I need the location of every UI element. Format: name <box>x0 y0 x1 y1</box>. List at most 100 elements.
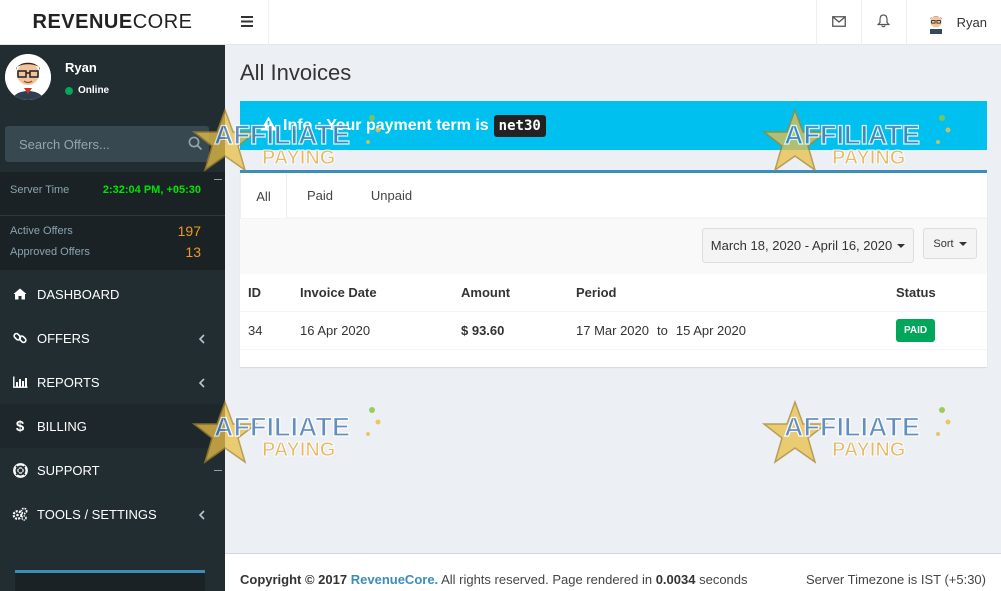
invoice-period: 17 Mar 2020 to 15 Apr 2020 <box>568 311 888 350</box>
server-time-value: 2:32:04 PM, +05:30 <box>102 184 201 196</box>
chevron-left-icon <box>198 376 205 391</box>
user-panel: Ryan Online <box>0 45 225 125</box>
sidebar-item-offers[interactable]: OFFERS <box>0 316 225 360</box>
approved-offers-value: 13 <box>185 244 201 260</box>
collapse-icon[interactable] <box>214 179 222 180</box>
bar-chart-icon <box>12 374 28 390</box>
render-time: 0.0034 <box>655 572 696 587</box>
server-time-label: Server Time <box>10 184 70 196</box>
sidebar-item-label: BILLING <box>37 418 87 434</box>
sidebar-item-label: TOOLS / SETTINGS <box>37 506 157 522</box>
warning-icon <box>260 116 277 136</box>
watermark-line2: PAYING <box>832 439 905 461</box>
sidebar-item-billing[interactable]: $ BILLING <box>0 404 225 448</box>
divider <box>0 215 225 216</box>
top-navbar: Ryan <box>225 0 1001 45</box>
server-time-row: Server Time 2:32:04 PM, +05:30 <box>10 184 201 196</box>
messages-button[interactable] <box>815 0 861 45</box>
search-icon[interactable] <box>188 136 203 154</box>
link-icon <box>12 330 28 346</box>
caret-down-icon <box>958 241 967 246</box>
tab-paid[interactable]: Paid <box>302 173 338 218</box>
page-title: All Invoices <box>240 60 352 85</box>
sidebar-item-dashboard[interactable]: DASHBOARD <box>0 272 225 316</box>
invoice-status: PAID <box>888 311 987 350</box>
tab-all[interactable]: All <box>240 173 287 219</box>
info-alert: Info : Your payment term is net30 <box>240 101 987 150</box>
invoices-table: ID Invoice Date Amount Period Status 34 … <box>240 274 987 350</box>
invoice-date: 16 Apr 2020 <box>292 311 453 350</box>
table-header-row: ID Invoice Date Amount Period Status <box>240 274 987 312</box>
sidebar-item-tools-settings[interactable]: TOOLS / SETTINGS <box>0 492 225 536</box>
approved-offers-row: Approved Offers 13 <box>10 244 201 260</box>
sidebar-footer-widget <box>15 570 205 591</box>
caret-down-icon <box>897 243 906 248</box>
tab-unpaid[interactable]: Unpaid <box>365 173 418 218</box>
search-input[interactable]: Search Offers... <box>5 126 209 162</box>
invoice-tabs: All Paid Unpaid <box>240 173 987 219</box>
copyright-text: Copyright © 2017 <box>240 572 348 587</box>
active-offers-value: 197 <box>177 223 201 239</box>
stats-panel: Server Time 2:32:04 PM, +05:30 Active Of… <box>0 172 225 270</box>
rights-text: All rights reserved. Page rendered in <box>441 572 653 587</box>
payment-term-code: net30 <box>493 114 546 137</box>
sidebar: Ryan Online Search Offers... Server Time… <box>0 45 225 591</box>
sidebar-item-label: REPORTS <box>37 374 100 390</box>
table-row[interactable]: 34 16 Apr 2020 $ 93.60 17 Mar 2020 to 15 A… <box>240 311 987 350</box>
invoice-amount: $ 93.60 <box>453 311 568 350</box>
date-range-picker[interactable]: March 18, 2020 - April 16, 2020 <box>702 228 914 263</box>
seconds-text: seconds <box>699 572 748 587</box>
active-offers-row: Active Offers 197 <box>10 223 201 239</box>
sidebar-item-reports[interactable]: REPORTS <box>0 360 225 404</box>
alert-text: Info : Your payment term is <box>283 116 489 134</box>
dollar-icon: $ <box>15 417 25 435</box>
active-offers-label: Active Offers <box>10 225 73 237</box>
page-footer: Copyright © 2017 RevenueCore. All rights… <box>225 553 1001 591</box>
column-header-period[interactable]: Period <box>568 274 888 312</box>
invoices-box: All Paid Unpaid March 18, 2020 - April 1… <box>240 170 987 367</box>
home-icon <box>12 286 28 302</box>
column-header-id[interactable]: ID <box>240 274 292 312</box>
sidebar-user-name: Ryan <box>65 60 97 75</box>
sidebar-item-support[interactable]: SUPPORT <box>0 448 225 492</box>
chevron-left-icon <box>198 332 205 347</box>
sidebar-toggle-button[interactable] <box>225 0 269 45</box>
chevron-left-icon <box>198 508 205 523</box>
brand-name-rest: CORE <box>132 10 193 33</box>
column-header-amount[interactable]: Amount <box>453 274 568 312</box>
bell-icon <box>876 14 891 31</box>
sidebar-item-label: SUPPORT <box>37 462 100 478</box>
approved-offers-label: Approved Offers <box>10 246 90 258</box>
sort-label: Sort <box>933 237 954 250</box>
watermark-logo: AFFILIATE PAYING <box>761 400 951 464</box>
life-ring-icon <box>12 462 28 478</box>
period-to-word: to <box>657 322 668 338</box>
sidebar-menu: DASHBOARD OFFERS REPORTS $ BILLING SUPPO… <box>0 272 225 536</box>
avatar <box>924 11 947 34</box>
header-user-name: Ryan <box>956 15 987 30</box>
online-dot-icon <box>65 86 73 95</box>
brand-name-bold: REVENUE <box>32 10 133 33</box>
footer-brand-link[interactable]: RevenueCore. <box>351 572 438 587</box>
envelope-icon <box>831 15 846 30</box>
column-header-invoice-date[interactable]: Invoice Date <box>292 274 453 312</box>
sidebar-item-label: DASHBOARD <box>37 286 120 302</box>
collapse-icon[interactable] <box>214 470 222 471</box>
status-badge: PAID <box>896 318 936 342</box>
gears-icon <box>12 506 28 522</box>
search-placeholder: Search Offers... <box>19 136 110 152</box>
watermark-line2: PAYING <box>832 147 905 169</box>
notifications-button[interactable] <box>860 0 906 45</box>
invoice-id: 34 <box>240 311 292 350</box>
sidebar-item-label: OFFERS <box>37 330 90 346</box>
hamburger-icon <box>240 14 253 32</box>
server-timezone: Server Timezone is IST (+5:30) <box>805 572 986 587</box>
user-menu[interactable]: Ryan <box>905 0 1001 45</box>
column-header-status[interactable]: Status <box>888 274 987 312</box>
sort-button[interactable]: Sort <box>923 228 977 259</box>
period-to: 15 Apr 2020 <box>675 322 746 338</box>
watermark-line1: AFFILIATE <box>784 412 920 442</box>
brand-logo[interactable]: REVENUE CORE <box>0 0 225 45</box>
avatar <box>5 54 51 100</box>
user-status-label: Online <box>78 85 110 96</box>
